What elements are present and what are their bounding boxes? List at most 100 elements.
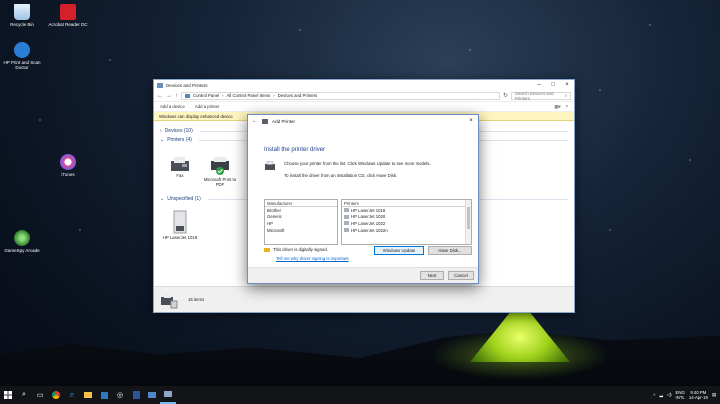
device-label: Microsoft Print to PDF [203, 177, 237, 187]
printer-model-item[interactable]: HP LaserJet 1022n [342, 227, 471, 234]
hp-doctor-icon [14, 42, 30, 58]
breadcrumb-item[interactable]: Control Panel [193, 93, 219, 98]
printer-model-item[interactable]: HP LaserJet 1022 [342, 220, 471, 227]
printers-list[interactable]: Printers HP LaserJet 1018 HP LaserJet 10… [341, 199, 472, 245]
wallpaper-hills [0, 330, 720, 386]
breadcrumb-item[interactable]: Devices and Printers [278, 93, 318, 98]
close-icon[interactable]: × [464, 118, 478, 124]
word-icon[interactable] [128, 386, 144, 404]
printer-model-icon [344, 228, 349, 233]
desktop-icon-hp-doctor[interactable]: HP Print and Scan Doctor [0, 42, 44, 70]
file-explorer-icon[interactable] [80, 386, 96, 404]
printers-scrollbar[interactable] [465, 200, 471, 244]
help-icon[interactable]: ? [566, 104, 568, 110]
desktop-icon-label: Recycle Bin [10, 22, 34, 27]
taskbar: ⌕ ▭ e ◎ ^ ▂ ◁) ENG INTL 9:40 PM 14-Apr-1… [0, 386, 720, 404]
address-bar: ← → ↑ Control Panel › All Control Panel … [154, 90, 574, 102]
manufacturer-item[interactable]: Generic [265, 214, 337, 221]
volume-icon[interactable]: ◁) [667, 392, 672, 398]
notifications-icon[interactable]: ▤ [712, 392, 716, 398]
search-input[interactable]: Search Devices and Printers ⌕ [511, 91, 571, 101]
printer-icon [211, 157, 229, 175]
printer-model-icon [344, 208, 349, 213]
printer-model-icon [344, 214, 349, 219]
windows-update-button[interactable]: Windows Update [374, 246, 424, 255]
manufacturer-item[interactable]: Microsoft [265, 227, 337, 234]
system-tray: ^ ▂ ◁) ENG INTL 9:40 PM 14-Apr-19 ▤ [653, 390, 720, 400]
breadcrumb[interactable]: Control Panel › All Control Panel Items … [181, 91, 500, 100]
item-count: 15 items [188, 297, 205, 302]
device-hp-laserjet-1018[interactable]: HP LaserJet 1018 [160, 210, 200, 240]
up-arrow-icon[interactable]: ↑ [175, 93, 178, 99]
fax-icon [171, 157, 189, 171]
breadcrumb-item[interactable]: All Control Panel Items [226, 93, 270, 98]
back-arrow-icon[interactable]: ← [157, 93, 163, 99]
refresh-icon[interactable]: ↻ [503, 92, 508, 99]
chevron-down-icon: ⌄ [160, 196, 165, 202]
clock[interactable]: 9:40 PM 14-Apr-19 [689, 390, 708, 400]
add-printer-button[interactable]: Add a printer [195, 104, 220, 109]
tray-chevron-up-icon[interactable]: ^ [653, 393, 655, 398]
printer-microsoft-print-to-pdf[interactable]: Microsoft Print to PDF [200, 156, 240, 187]
next-button[interactable]: Next [420, 271, 444, 280]
acrobat-icon [60, 4, 76, 20]
dialog-description: Choose your printer from the list. Click… [284, 161, 431, 166]
desktop-icon-label: GameSpy Arcade [4, 248, 40, 253]
edge-icon[interactable]: e [64, 386, 80, 404]
devices-printers-icon [157, 82, 163, 88]
view-options-icon[interactable]: ▦▾ [554, 104, 560, 110]
dialog-description-disk: To install the driver from an installati… [284, 173, 398, 178]
signed-driver-icon [264, 247, 270, 252]
desktop-icon-itunes[interactable]: iTunes [46, 154, 90, 177]
device-label: Fax [176, 173, 184, 178]
desktop-icon-recycle-bin[interactable]: Recycle Bin [0, 4, 44, 27]
forward-arrow-icon[interactable]: → [166, 93, 172, 99]
close-icon[interactable]: × [560, 80, 574, 90]
control-panel-icon [185, 93, 190, 98]
manufacturer-item[interactable]: HP [265, 220, 337, 227]
chevron-right-icon: › [160, 128, 162, 134]
printer-small-icon [262, 118, 268, 124]
desktop-icon-label: Acrobat Reader DC [48, 22, 88, 27]
printer-model-item[interactable]: HP LaserJet 1020 [342, 214, 471, 221]
back-arrow-icon[interactable]: ← [252, 118, 258, 124]
desktop-icon-gamespy[interactable]: GameSpy Arcade [0, 230, 44, 253]
manufacturer-item[interactable]: Brother [265, 207, 337, 214]
task-view-icon[interactable]: ▭ [32, 386, 48, 404]
have-disk-button[interactable]: Have Disk... [428, 246, 472, 255]
recycle-bin-icon [14, 4, 30, 20]
language-indicator[interactable]: ENG INTL [676, 390, 685, 400]
printer-model-item[interactable]: HP LaserJet 1018 [342, 207, 471, 214]
start-windows-icon[interactable] [0, 386, 16, 404]
manufacturer-list[interactable]: Manufacturer Brother Generic HP Microsof… [264, 199, 338, 245]
add-device-button[interactable]: Add a device [160, 104, 185, 109]
dialog-heading: Install the printer driver [264, 147, 326, 153]
steam-icon[interactable]: ◎ [112, 386, 128, 404]
minimize-icon[interactable]: – [532, 80, 546, 90]
dialog-titlebar[interactable]: ← Add Printer × [248, 115, 478, 127]
printer-driver-icon [265, 161, 275, 170]
desktop-icon-acrobat[interactable]: Acrobat Reader DC [46, 4, 90, 27]
store-icon[interactable] [96, 386, 112, 404]
search-icon: ⌕ [564, 93, 567, 98]
device-label: HP LaserJet 1018 [162, 235, 198, 240]
devices-printers-taskbar-icon[interactable] [160, 386, 176, 404]
scrollbar-thumb[interactable] [467, 207, 470, 229]
devices-status-icon [161, 293, 178, 308]
window-title: Devices and Printers [166, 82, 208, 88]
network-icon[interactable]: ▂ [659, 392, 662, 398]
search-icon[interactable]: ⌕ [16, 386, 32, 404]
status-bar: 15 items [154, 286, 574, 312]
desktop-icon-label: HP Print and Scan Doctor [3, 60, 41, 70]
control-panel-taskbar-icon[interactable] [144, 386, 160, 404]
printers-header: Printers [342, 200, 471, 207]
printer-model-icon [344, 221, 349, 226]
maximize-icon[interactable]: □ [546, 80, 560, 90]
desktop-icon-label: iTunes [61, 172, 75, 177]
chevron-down-icon: ⌄ [160, 137, 165, 143]
driver-signing-link[interactable]: Tell me why driver signing is important [276, 256, 349, 261]
printer-fax[interactable]: Fax [160, 156, 200, 178]
window-titlebar[interactable]: Devices and Printers – □ × [154, 80, 574, 90]
chrome-icon[interactable] [48, 386, 64, 404]
cancel-button[interactable]: Cancel [448, 271, 474, 280]
